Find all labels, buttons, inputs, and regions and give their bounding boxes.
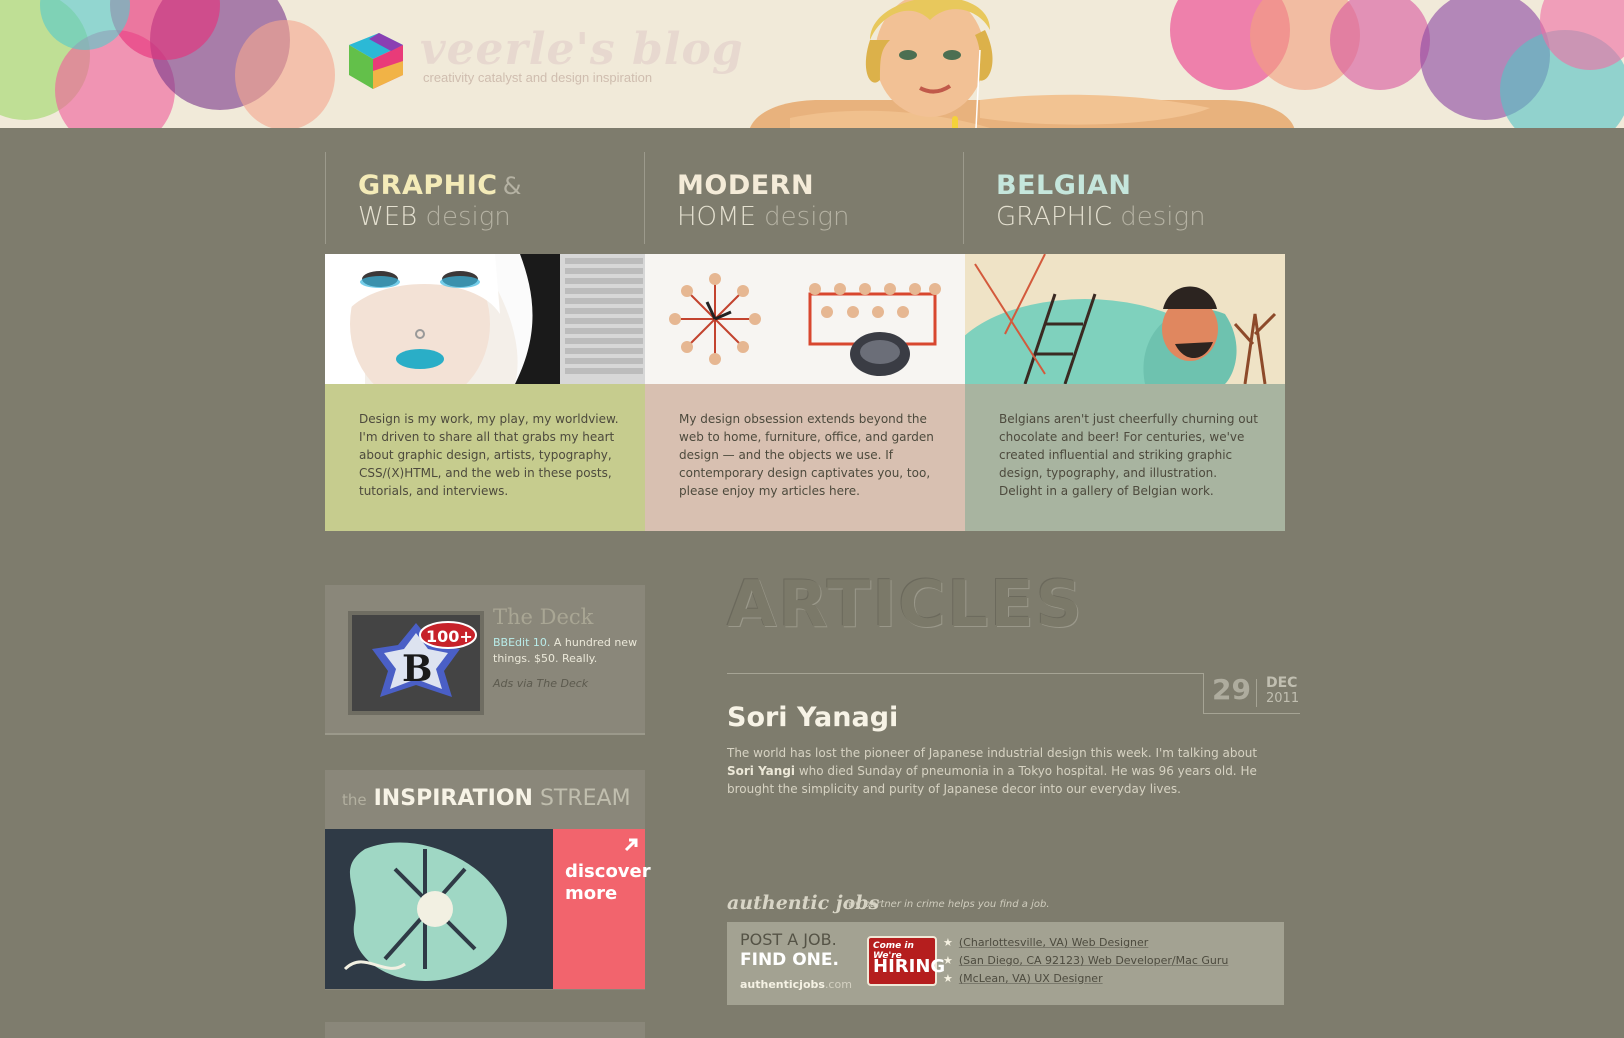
discover-more-line2: more [565,883,618,904]
tile-description: Design is my work, my play, my worldview… [359,412,619,498]
article-divider [727,673,1203,674]
inspiration-heading-the: the [342,791,367,809]
category-design-word: design [764,202,850,232]
category-ampersand: & [502,172,522,200]
post-a-job-text[interactable]: POST A JOB. [740,932,837,948]
category-title: MODERN [677,170,815,201]
excerpt-bold: Sori Yangi [727,764,796,778]
site-logo-title[interactable]: veerle's blog [420,24,744,75]
hiring-badge-main: HIRING [873,956,946,977]
category-graphic-web-design[interactable]: GRAPHIC & WEB design [325,152,644,244]
category-subtitle: HOME [677,202,756,232]
articles-heading: ARTICLES [727,568,1084,642]
site-header: veerle's blog creativity catalyst and de… [0,0,1624,128]
inspiration-heading-stream: STREAM [539,786,631,811]
tile-image-face-illustration[interactable] [325,254,645,384]
excerpt-text: The world has lost the pioneer of Japane… [727,746,1258,760]
category-title: GRAPHIC [358,170,498,201]
decor-bubble [235,20,335,128]
star-icon: ★ [943,954,953,967]
job-title: (McLean, VA) UX Designer [958,972,1103,985]
ad-description: BBEdit 10. A hundred new things. $50. Re… [493,635,638,667]
post-title-link[interactable]: Sori Yanagi [727,702,898,733]
post-date-year: 2011 [1266,691,1300,706]
decor-bubble [1330,0,1430,90]
find-one-text[interactable]: FIND ONE. [740,950,839,970]
job-title: (San Diego, CA 92123) Web Developer/Mac … [958,954,1229,967]
ad-product-link[interactable]: BBEdit 10. [493,636,550,649]
excerpt-text: who died Sunday of pneumonia in a Tokyo … [727,764,1257,796]
job-title: (Charlottesville, VA) Web Designer [958,936,1149,949]
date-separator [1256,679,1257,707]
job-item[interactable]: ★ (McLean, VA) UX Designer [943,970,1228,988]
category-design-word: design [425,202,511,232]
category-modern-home-design[interactable]: MODERN HOME design [644,152,963,244]
tile-graphic-web[interactable]: Design is my work, my play, my worldview… [325,254,645,531]
hiring-badge[interactable]: Come in We're HIRING [867,936,945,986]
ad-badge-text: 100+ [426,627,473,646]
post-date: 29 DEC 2011 [1203,673,1300,714]
bbedit-ad-image[interactable]: B 100+ [348,611,484,715]
inspiration-heading-main: INSPIRATION [373,786,533,811]
arrow-up-right-icon [624,838,638,852]
url-tld: .com [824,978,852,991]
ad-title[interactable]: The Deck [493,605,593,629]
post-date-day: 29 [1212,673,1251,706]
sidebar-ad: B 100+ The Deck BBEdit 10. A hundred new… [325,585,645,735]
ad-attribution[interactable]: Ads via The Deck [493,677,588,690]
star-icon: ★ [943,972,953,985]
post-excerpt: The world has lost the pioneer of Japane… [727,744,1287,798]
url-main: authenticjobs [740,978,825,991]
inspiration-stream: the INSPIRATION STREAM discover more [325,770,651,990]
category-design-word: design [1120,202,1206,232]
site-tagline: creativity catalyst and design inspirati… [423,70,653,85]
authentic-jobs-url[interactable]: authenticjobs.com [740,978,852,991]
authentic-jobs-subtitle: my partner in crime helps you find a job… [845,899,1050,910]
tile-belgian-graphic[interactable]: Belgians aren't just cheerfully churning… [965,254,1285,531]
star-icon: ★ [943,936,953,949]
category-tiles: Design is my work, my play, my worldview… [325,254,1285,531]
inspiration-image[interactable] [325,829,553,989]
header-illustration [750,0,1295,128]
post-date-month: DEC [1266,675,1298,691]
discover-more-line1: discover [565,861,651,882]
category-nav: GRAPHIC & WEB design MODERN HOME design … [325,152,1285,244]
tile-image-clock-and-hanger[interactable] [645,254,965,384]
job-item[interactable]: ★ (San Diego, CA 92123) Web Developer/Mac… [943,952,1228,970]
category-title: BELGIAN [996,170,1132,201]
job-list: ★ (Charlottesville, VA) Web Designer ★ (Sa… [943,934,1228,988]
category-subtitle: WEB [358,202,418,232]
tile-image-belgian-illustration[interactable] [965,254,1285,384]
tile-description: My design obsession extends beyond the w… [679,412,934,498]
tile-description: Belgians aren't just cheerfully churning… [999,412,1258,498]
sidebar-next-box [325,1022,645,1038]
inspiration-heading: the INSPIRATION STREAM [342,786,631,811]
discover-more-button[interactable]: discover more [553,829,651,989]
category-subtitle: GRAPHIC [996,202,1112,232]
logo-cube-icon[interactable] [343,31,409,91]
tile-modern-home[interactable]: My design obsession extends beyond the w… [645,254,965,531]
svg-text:B: B [402,648,432,690]
authentic-jobs-box: POST A JOB. FIND ONE. authenticjobs.com … [727,922,1284,1005]
job-item[interactable]: ★ (Charlottesville, VA) Web Designer [943,934,1228,952]
category-belgian-graphic-design[interactable]: BELGIAN GRAPHIC design [963,152,1282,244]
